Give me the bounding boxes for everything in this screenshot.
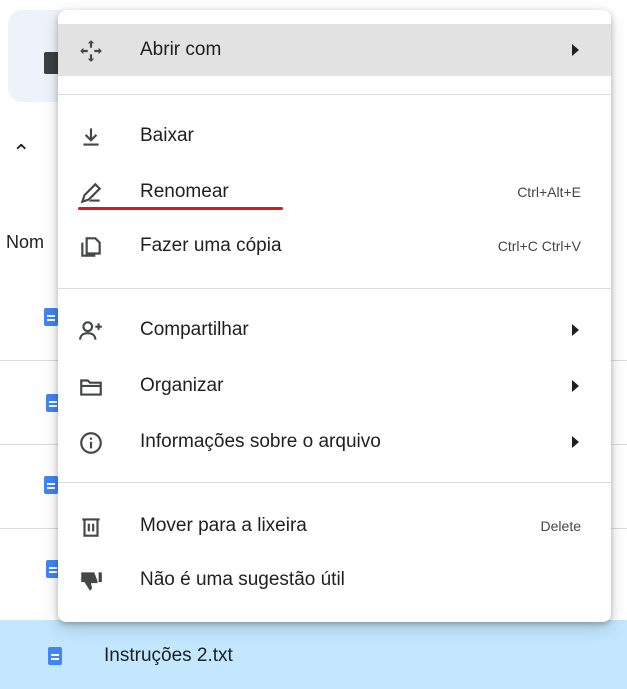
submenu-arrow-icon — [572, 324, 579, 336]
person-add-icon — [78, 318, 104, 344]
menu-item-make-copy[interactable]: Fazer uma cópia Ctrl+C Ctrl+V — [58, 220, 611, 272]
menu-item-organize[interactable]: Organizar — [58, 360, 611, 412]
context-menu: Abrir com Baixar Renomear Ctrl+Alt+E Faz… — [58, 10, 611, 622]
collapse-caret-icon[interactable]: ⌃ — [12, 140, 30, 166]
menu-item-label: Renomear — [140, 181, 229, 202]
menu-item-open-with[interactable]: Abrir com — [58, 24, 611, 76]
info-icon — [78, 430, 104, 456]
menu-item-file-info[interactable]: Informações sobre o arquivo — [58, 416, 611, 468]
menu-item-not-useful[interactable]: Não é uma sugestão útil — [58, 554, 611, 606]
divider — [58, 94, 611, 95]
trash-icon — [78, 514, 104, 540]
divider — [58, 288, 611, 289]
divider — [58, 482, 611, 483]
menu-item-label: Baixar — [140, 125, 194, 146]
copy-icon — [78, 234, 104, 260]
selected-file-row[interactable]: Instruções 2.txt — [0, 620, 627, 689]
keyboard-shortcut: Ctrl+C Ctrl+V — [497, 238, 581, 254]
edit-pencil-icon — [78, 180, 104, 206]
file-name: Instruções 2.txt — [104, 645, 233, 666]
submenu-arrow-icon — [572, 380, 579, 392]
doc-icon — [44, 476, 58, 494]
folder-icon — [78, 374, 104, 400]
menu-item-label: Informações sobre o arquivo — [140, 431, 381, 452]
menu-item-share[interactable]: Compartilhar — [58, 304, 611, 356]
menu-item-label: Abrir com — [140, 39, 222, 60]
menu-item-move-to-trash[interactable]: Mover para a lixeira Delete — [58, 500, 611, 552]
menu-item-label: Compartilhar — [140, 319, 249, 340]
submenu-arrow-icon — [572, 436, 579, 448]
menu-item-label: Mover para a lixeira — [140, 515, 307, 536]
menu-item-label: Fazer uma cópia — [140, 235, 282, 256]
menu-item-rename[interactable]: Renomear Ctrl+Alt+E — [58, 166, 611, 218]
thumbs-down-icon — [78, 568, 104, 594]
keyboard-shortcut: Delete — [540, 518, 581, 534]
annotation-underline — [78, 207, 283, 210]
submenu-arrow-icon — [572, 44, 579, 56]
menu-item-label: Não é uma sugestão útil — [140, 569, 345, 590]
keyboard-shortcut: Ctrl+Alt+E — [517, 184, 581, 200]
menu-item-label: Organizar — [140, 375, 224, 396]
column-header-name[interactable]: Nom — [6, 232, 44, 253]
menu-item-download[interactable]: Baixar — [58, 110, 611, 162]
doc-icon — [44, 308, 58, 326]
move-icon — [78, 38, 104, 64]
doc-icon — [48, 647, 62, 665]
download-icon — [78, 124, 104, 150]
